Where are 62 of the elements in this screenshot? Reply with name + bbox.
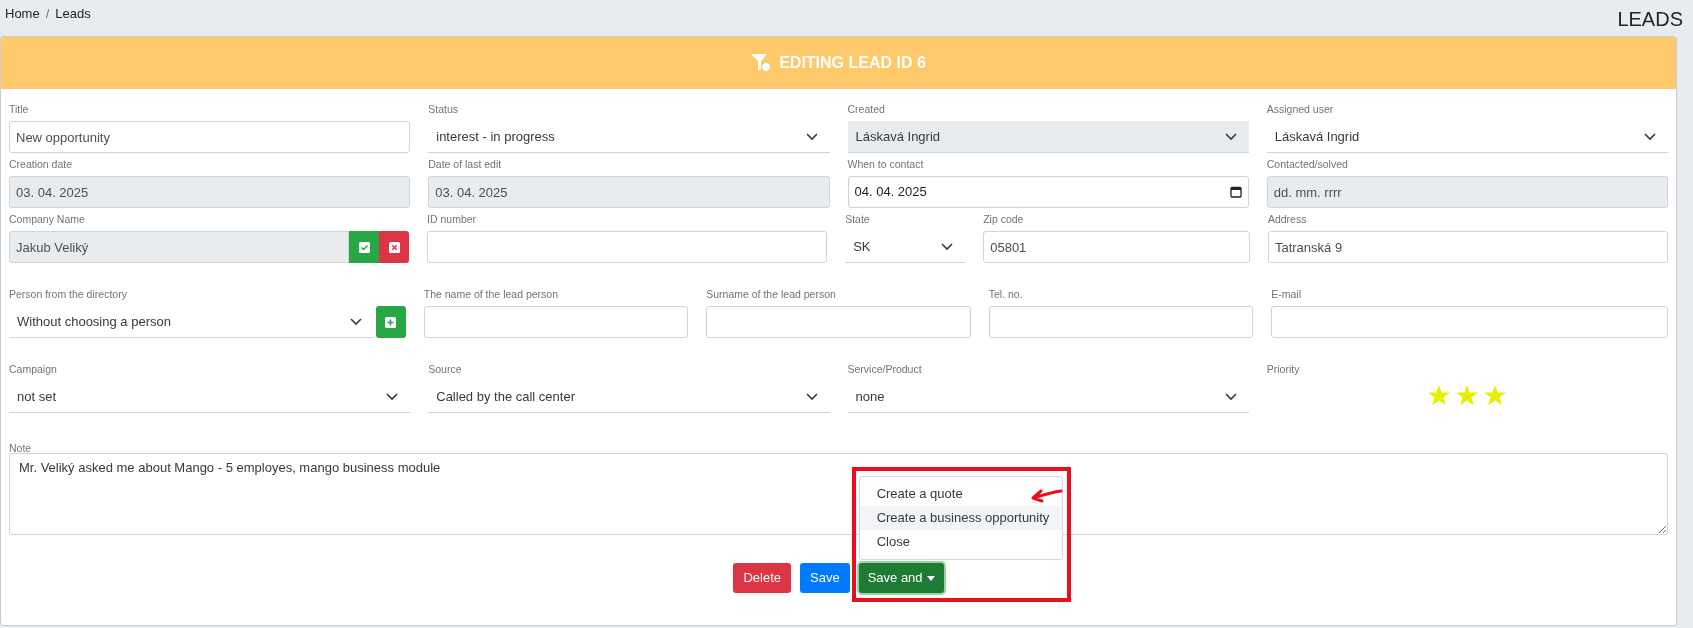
breadcrumb-link[interactable]: Leads: [55, 4, 91, 24]
add-button[interactable]: [375, 306, 406, 338]
field-label: Created: [847, 102, 886, 117]
field-label: Service/Product: [847, 362, 923, 377]
input-field[interactable]: Tatranská 9: [1267, 231, 1668, 263]
breadcrumb-link[interactable]: Home: [5, 4, 40, 24]
chevron-down-icon: [941, 242, 954, 251]
field-label: Person from the directory: [9, 287, 128, 302]
field-label: Campaign: [9, 362, 58, 377]
date-field[interactable]: 04. 04. 2025: [847, 176, 1249, 208]
menu-item[interactable]: Create a business opportunity: [859, 506, 1062, 530]
chevron-down-icon: [386, 392, 399, 401]
field-label: ID number: [427, 212, 478, 227]
field-label: Zip code: [983, 212, 1025, 227]
field-label: When to contact: [847, 157, 925, 172]
field-label: Note: [9, 443, 33, 453]
star-icon[interactable]: [1484, 385, 1507, 406]
input-field[interactable]: New opportunity: [9, 121, 411, 153]
card-title: EDITING LEAD ID 6: [779, 53, 926, 73]
confirm-button[interactable]: [349, 231, 380, 263]
input-field[interactable]: 05801: [983, 231, 1250, 263]
calendar-icon: [1229, 186, 1242, 198]
plus-icon: [385, 316, 397, 328]
field-label: Date of last edit: [428, 157, 503, 172]
field-label: Address: [1267, 212, 1308, 227]
chevron-down-icon: [805, 132, 818, 141]
chevron-down-icon: [1224, 132, 1237, 141]
field-label: Assigned user: [1266, 102, 1335, 117]
field-label: The name of the lead person: [423, 287, 559, 302]
chevron-down-icon: [805, 392, 818, 401]
menu-item[interactable]: Create a quote: [859, 482, 1062, 506]
field-label: Title: [9, 102, 30, 117]
page-title: LEADS: [1617, 7, 1683, 32]
funnel-icon: [751, 54, 772, 72]
field-label: Status: [428, 102, 460, 117]
field-label: Company Name: [9, 212, 86, 227]
field-label: E-mail: [1271, 287, 1302, 302]
field-label: Source: [428, 362, 463, 377]
input-field[interactable]: [988, 306, 1254, 338]
field-label: Creation date: [9, 157, 74, 172]
chevron-down-icon: [349, 317, 362, 326]
caret-icon: [926, 575, 935, 581]
field-label: State: [845, 212, 871, 227]
star-icon[interactable]: [1428, 385, 1451, 406]
delete-button[interactable]: Delete: [733, 563, 791, 593]
input-field[interactable]: [1271, 306, 1668, 338]
field-label: Surname of the lead person: [706, 287, 837, 302]
close-icon: [388, 241, 400, 253]
field-label: Contacted/solved: [1266, 157, 1349, 172]
check-icon: [358, 241, 370, 253]
save-and-button[interactable]: Save and: [858, 563, 944, 593]
star-icon[interactable]: [1456, 385, 1479, 406]
breadcrumb-separator: /: [45, 5, 50, 23]
input-field[interactable]: [423, 306, 689, 338]
chevron-down-icon: [1644, 132, 1656, 141]
input-field[interactable]: [706, 306, 971, 338]
field-label: Tel. no.: [988, 287, 1024, 302]
save-button[interactable]: Save: [800, 563, 850, 593]
input-field[interactable]: [427, 231, 828, 263]
chevron-down-icon: [1224, 392, 1237, 401]
field-label: Priority: [1266, 362, 1301, 377]
cancel-button[interactable]: [379, 231, 410, 263]
